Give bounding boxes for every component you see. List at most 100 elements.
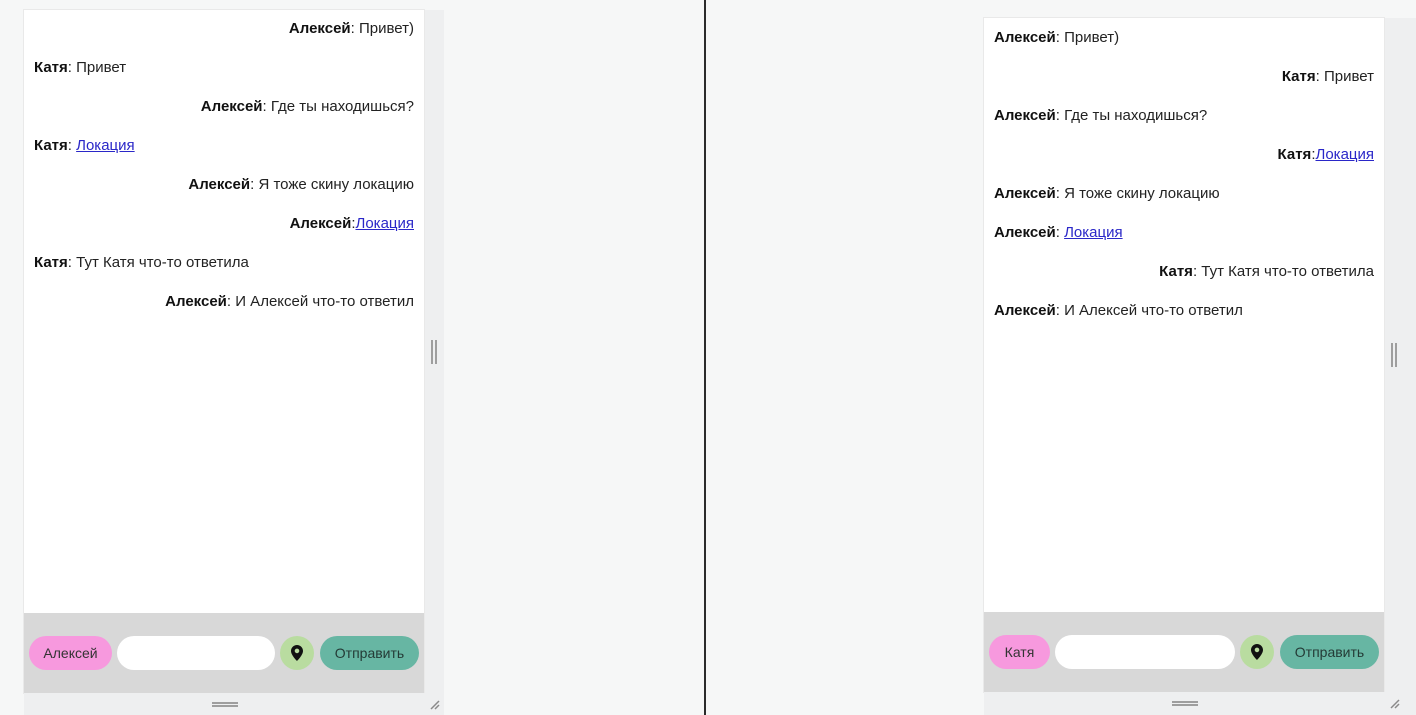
message-text: Где ты находишься? (270, 98, 414, 115)
message-content: Алексей: Привет) (289, 20, 414, 38)
message-author: Алексей (165, 293, 227, 310)
message-text: Тут Катя что-то ответила (1201, 263, 1374, 280)
right-chat-window: Алексей: Привет) Катя: Привет Алексей: Где… (984, 18, 1384, 692)
message-separator: : (1055, 107, 1065, 124)
message-author: Алексей (994, 107, 1056, 124)
left-message-list: Алексей: Привет) Катя: Привет Алексей: Где… (24, 10, 424, 332)
location-link[interactable]: Локация (1315, 146, 1374, 163)
message-item: Алексей: И Алексей что-то ответил (994, 302, 1374, 341)
right-message-input[interactable] (1055, 635, 1235, 669)
message-separator: : (1055, 29, 1065, 46)
message-separator: : (67, 59, 77, 76)
message-separator: : (1315, 68, 1324, 85)
location-pin-icon (1251, 644, 1263, 660)
message-author: Алексей (994, 224, 1056, 241)
message-item: Катя: Тут Катя что-то ответила (34, 254, 414, 293)
message-content: Катя:Локация (1278, 146, 1374, 164)
right-bottom-resize-track (984, 692, 1416, 715)
left-chat-toolbar: Алексей Отправить (24, 613, 424, 693)
message-content: Катя: Привет (1282, 68, 1374, 86)
message-separator: : (1055, 224, 1065, 241)
message-separator: : (350, 20, 359, 37)
message-separator: : (262, 98, 271, 115)
message-author: Алексей (289, 215, 352, 232)
message-content: Алексей: И Алексей что-то ответил (994, 302, 1243, 320)
message-item: Катя: Привет (34, 59, 414, 98)
message-content: Алексей: И Алексей что-то ответил (165, 293, 414, 311)
message-separator: : (226, 293, 236, 310)
message-separator: : (1055, 302, 1065, 319)
message-content: Алексей: Локация (994, 224, 1123, 242)
message-item: Катя:Локация (994, 146, 1374, 185)
left-chat-window: Алексей: Привет) Катя: Привет Алексей: Где… (24, 10, 424, 693)
message-text: Привет (76, 59, 127, 76)
message-item: Алексей: Я тоже скину локацию (994, 185, 1374, 224)
horizontal-resize-grip-icon[interactable] (212, 702, 238, 707)
message-text: Тут Катя что-то ответила (76, 254, 249, 271)
location-pin-icon (291, 645, 303, 661)
message-author: Алексей (994, 302, 1056, 319)
message-content: Катя: Привет (34, 59, 126, 77)
message-content: Катя: Тут Катя что-то ответила (1159, 263, 1374, 281)
location-link[interactable]: Локация (76, 137, 135, 154)
left-message-input[interactable] (117, 636, 275, 670)
corner-resize-icon[interactable] (1388, 697, 1400, 709)
horizontal-resize-grip-icon[interactable] (1172, 701, 1198, 706)
message-text: Привет) (1064, 29, 1120, 46)
message-content: Катя: Тут Катя что-то ответила (34, 254, 249, 272)
message-author: Катя (34, 254, 68, 271)
message-text: Привет) (358, 20, 414, 37)
message-text: Я тоже скину локацию (258, 176, 414, 193)
location-link[interactable]: Локация (355, 215, 414, 232)
message-content: Алексей: Я тоже скину локацию (994, 185, 1220, 203)
vertical-resize-grip-icon[interactable] (431, 340, 437, 364)
message-item: Алексей: Я тоже скину локацию (34, 176, 414, 215)
left-location-button[interactable] (280, 636, 314, 670)
message-author: Катя (1277, 146, 1312, 163)
right-message-list: Алексей: Привет) Катя: Привет Алексей: Где… (984, 18, 1384, 341)
message-author: Катя (34, 137, 68, 154)
message-item: Алексей: Где ты находишься? (994, 107, 1374, 146)
message-separator: : (67, 254, 77, 271)
message-author: Алексей (188, 176, 251, 193)
message-item: Алексей: Где ты находишься? (34, 98, 414, 137)
left-pane: Алексей: Привет) Катя: Привет Алексей: Где… (0, 0, 704, 715)
message-item: Алексей: И Алексей что-то ответил (34, 293, 414, 332)
message-text: И Алексей что-то ответил (235, 293, 414, 310)
message-separator: : (1055, 185, 1065, 202)
location-link[interactable]: Локация (1064, 224, 1123, 241)
message-content: Алексей: Я тоже скину локацию (188, 176, 414, 194)
right-pane: Алексей: Привет) Катя: Привет Алексей: Где… (706, 0, 1416, 715)
message-author: Катя (1281, 68, 1316, 85)
message-item: Алексей: Локация (994, 224, 1374, 263)
message-item: Катя: Тут Катя что-то ответила (994, 263, 1374, 302)
left-user-button[interactable]: Алексей (29, 636, 112, 670)
vertical-resize-grip-icon[interactable] (1391, 343, 1397, 367)
message-author: Алексей (994, 29, 1056, 46)
right-send-button[interactable]: Отправить (1280, 635, 1379, 669)
message-author: Катя (34, 59, 68, 76)
message-text: Привет (1323, 68, 1374, 85)
left-send-button[interactable]: Отправить (320, 636, 419, 670)
message-text: И Алексей что-то ответил (1064, 302, 1243, 319)
message-author: Алексей (288, 20, 351, 37)
message-author: Катя (1159, 263, 1193, 280)
message-content: Алексей: Привет) (994, 29, 1119, 47)
message-content: Алексей:Локация (290, 215, 414, 233)
right-chat-toolbar: Катя Отправить (984, 612, 1384, 692)
corner-resize-icon[interactable] (428, 698, 440, 710)
right-user-button[interactable]: Катя (989, 635, 1050, 669)
message-author: Алексей (994, 185, 1056, 202)
message-text: Я тоже скину локацию (1064, 185, 1220, 202)
message-item: Катя: Привет (994, 68, 1374, 107)
right-location-button[interactable] (1240, 635, 1274, 669)
message-content: Катя: Локация (34, 137, 135, 155)
right-resize-track (1384, 18, 1416, 692)
message-item: Катя: Локация (34, 137, 414, 176)
message-item: Алексей: Привет) (34, 20, 414, 59)
message-text: Где ты находишься? (1064, 107, 1208, 124)
message-separator: : (67, 137, 77, 154)
message-content: Алексей: Где ты находишься? (201, 98, 414, 116)
message-item: Алексей: Привет) (994, 29, 1374, 68)
message-author: Алексей (200, 98, 263, 115)
